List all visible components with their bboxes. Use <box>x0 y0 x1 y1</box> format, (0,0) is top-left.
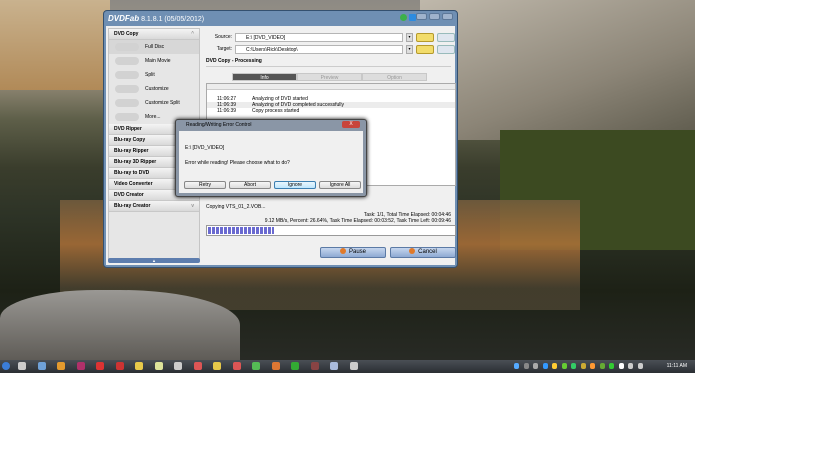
info-icon[interactable] <box>409 14 416 21</box>
progress-bar <box>206 225 456 236</box>
disc-icon <box>115 57 139 65</box>
source-open-button[interactable] <box>437 32 455 42</box>
taskbar-app-icon[interactable] <box>213 362 221 370</box>
check-icon[interactable] <box>400 14 407 21</box>
tray-icon[interactable] <box>514 363 519 369</box>
target-folder-button[interactable] <box>416 44 434 54</box>
close-button[interactable] <box>442 13 453 20</box>
taskbar-app-icon[interactable] <box>135 362 143 370</box>
tab-info[interactable]: Info <box>232 73 297 81</box>
maximize-button[interactable] <box>429 13 440 20</box>
ignore-all-button[interactable]: Ignore All <box>319 181 361 189</box>
mode-main-movie[interactable]: Main Movie <box>109 54 199 68</box>
taskbar-app-icon[interactable] <box>96 362 104 370</box>
source-dropdown[interactable]: ▾ <box>406 32 413 42</box>
sidebar-dvd-copy[interactable]: DVD Copy ^ <box>109 29 199 40</box>
tray-icon[interactable] <box>609 363 614 369</box>
tab-option[interactable]: Option <box>362 73 427 81</box>
taskbar: 11:11 AM <box>0 360 695 373</box>
taskbar-app-icon[interactable] <box>154 362 163 370</box>
tray-icon[interactable] <box>561 363 567 369</box>
tray-icon[interactable] <box>618 363 624 369</box>
section-title: DVD Copy - Processing <box>206 58 262 64</box>
mode-customize-split[interactable]: Customize Split <box>109 96 199 110</box>
target-label: Target: <box>216 46 232 52</box>
taskbar-app-icon[interactable] <box>232 362 241 370</box>
taskbar-app-icon[interactable] <box>193 362 202 370</box>
target-dropdown[interactable]: ▾ <box>406 44 413 54</box>
taskbar-app-icon[interactable] <box>76 362 85 370</box>
taskbar-app-icon[interactable] <box>271 362 280 370</box>
minimize-button[interactable] <box>416 13 427 20</box>
mode-customize[interactable]: Customize <box>109 82 199 96</box>
taskbar-app-icon[interactable] <box>37 362 46 370</box>
disc-icon <box>115 71 139 79</box>
source-label: Source: <box>214 34 232 40</box>
tray-icon[interactable] <box>628 363 633 369</box>
pause-icon <box>339 248 346 255</box>
sidebar-collapse-button[interactable]: ▲ <box>108 258 200 263</box>
status-text: Copying VTS_01_2.VOB... <box>206 204 266 210</box>
taskbar-app-icon[interactable] <box>174 362 182 370</box>
tray-icon[interactable] <box>599 363 605 369</box>
tab-preview[interactable]: Preview <box>297 73 362 81</box>
start-button[interactable] <box>2 362 10 370</box>
ignore-button[interactable]: Ignore <box>274 181 316 189</box>
transfer-stats: 9.12 MB/s, Percent: 26.64%, Task Time El… <box>264 218 451 224</box>
more-icon <box>115 113 139 121</box>
disc-icon <box>115 85 139 93</box>
taskbar-app-icon[interactable] <box>115 362 124 370</box>
app-logo: DVDFab <box>108 14 140 23</box>
mode-split[interactable]: Split <box>109 68 199 82</box>
dialog-title: Reading/Writing Error Control <box>186 122 252 128</box>
pause-button[interactable]: Pause <box>320 247 386 258</box>
tray-icon[interactable] <box>590 363 595 369</box>
disc-icon <box>115 43 139 51</box>
source-input[interactable]: E:\ [DVD_VIDEO] <box>235 32 403 42</box>
taskbar-app-icon[interactable] <box>18 362 26 370</box>
dialog-message: Error while reading! Please choose what … <box>185 160 290 166</box>
tray-icon[interactable] <box>542 363 548 369</box>
cancel-button[interactable]: Cancel <box>390 247 456 258</box>
mode-full-disc[interactable]: Full Disc <box>109 40 199 54</box>
tray-icon[interactable] <box>552 363 557 369</box>
error-dialog: Reading/Writing Error Control X E:\ [DVD… <box>175 119 367 197</box>
target-open-button[interactable] <box>437 44 455 54</box>
taskbar-app-icon[interactable] <box>252 362 260 370</box>
tray-icon[interactable] <box>637 363 643 369</box>
dialog-path: E:\ [DVD_VIDEO] <box>185 145 225 151</box>
taskbar-app-icon[interactable] <box>349 362 358 370</box>
tray-icon[interactable] <box>580 363 586 369</box>
tray-icon[interactable] <box>571 363 576 369</box>
cancel-icon <box>409 248 416 255</box>
target-input[interactable]: C:\Users\Rick\Desktop\ <box>235 44 403 54</box>
taskbar-app-icon[interactable] <box>57 362 65 370</box>
disc-icon <box>115 99 139 107</box>
taskbar-app-icon[interactable] <box>291 362 299 370</box>
window-title: DVDFab 8.1.8.1 (05/05/2012) <box>108 12 204 25</box>
abort-button[interactable]: Abort <box>229 181 271 189</box>
taskbar-app-icon[interactable] <box>330 362 338 370</box>
source-folder-button[interactable] <box>416 32 434 42</box>
tray-icon[interactable] <box>523 363 529 369</box>
tray-icon[interactable] <box>533 363 538 369</box>
retry-button[interactable]: Retry <box>184 181 226 189</box>
taskbar-app-icon[interactable] <box>310 362 319 370</box>
sidebar-bluray-creator[interactable]: Blu-ray Creator v <box>109 201 199 212</box>
clock[interactable]: 11:11 AM <box>667 363 687 369</box>
dialog-close-button[interactable]: X <box>342 121 360 128</box>
app-version: 8.1.8.1 (05/05/2012) <box>141 16 205 23</box>
log-row: 11:06:39 Copy process started <box>217 108 300 114</box>
